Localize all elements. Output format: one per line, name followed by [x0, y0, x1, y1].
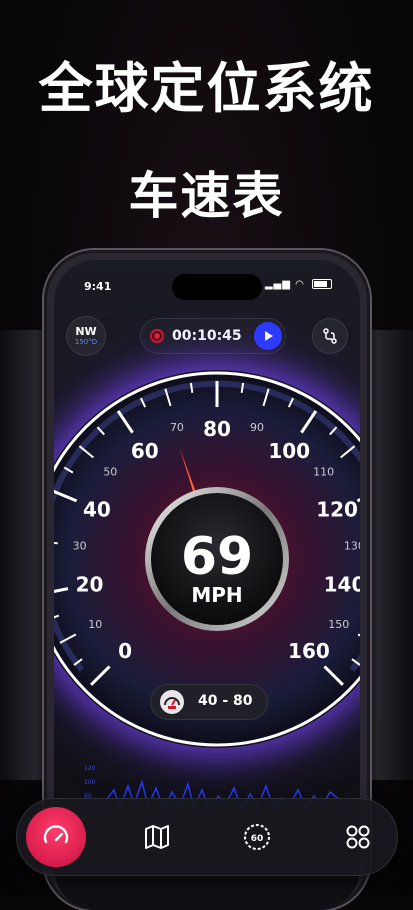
promo-subtitle: 车速表: [0, 156, 413, 228]
status-time: 9:41: [84, 280, 111, 293]
battery-icon: [312, 279, 332, 289]
wifi-icon: ◠: [295, 279, 305, 290]
route-button[interactable]: [312, 318, 348, 354]
graph-axis-label: 120: [84, 765, 96, 772]
record-icon[interactable]: [150, 329, 164, 343]
tab-bar: 60: [16, 798, 398, 876]
compass-direction: NW: [75, 326, 96, 338]
compass-degrees: 150°D: [75, 338, 97, 347]
speed-range[interactable]: 40 - 80: [150, 684, 268, 720]
tab-speed-limit[interactable]: 60: [227, 807, 287, 867]
map-icon: [143, 823, 171, 851]
speed-limit-label: 60: [251, 834, 264, 844]
trip-timer: 00:10:45: [140, 318, 286, 354]
car-interior-left: [0, 330, 44, 780]
speed-range-label: 40 - 80: [198, 693, 253, 709]
signal-icon: ▂▄▆: [265, 279, 291, 290]
play-button[interactable]: [254, 322, 282, 350]
tab-map[interactable]: [127, 807, 187, 867]
car-interior-right: [369, 330, 413, 780]
dynamic-island: [172, 274, 262, 300]
route-icon: [321, 327, 339, 345]
promo-title: 全球定位系统: [0, 44, 413, 123]
speed-limit-icon: 60: [242, 822, 272, 852]
timer-text: 00:10:45: [172, 328, 242, 344]
tab-more[interactable]: [328, 807, 388, 867]
play-icon: [262, 330, 274, 342]
speedometer-icon: [41, 822, 71, 852]
graph-axis-label: 100: [84, 779, 96, 786]
status-icons: ▂▄▆ ◠: [265, 279, 332, 290]
tab-speedometer[interactable]: [26, 807, 86, 867]
grid-icon: [344, 823, 372, 851]
speed-alert-icon: [160, 690, 184, 714]
compass-button[interactable]: NW 150°D: [66, 316, 106, 356]
